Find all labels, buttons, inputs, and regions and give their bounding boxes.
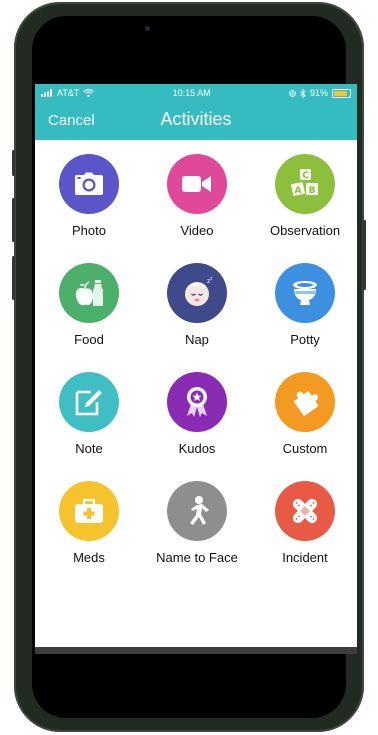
activity-grid: Photo Video C A B Observation Food z z N…	[35, 140, 357, 590]
home-indicator-bar	[35, 647, 357, 654]
svg-text:B: B	[309, 186, 316, 196]
volume-down-button	[12, 256, 15, 300]
carrier-label: AT&T	[57, 88, 80, 98]
activity-label: Photo	[72, 223, 106, 238]
bluetooth-icon	[300, 88, 306, 98]
status-bar: AT&T 10:15 AM 91%	[35, 84, 357, 102]
activity-note[interactable]: Note	[35, 372, 143, 481]
activity-label: Food	[74, 332, 104, 347]
activity-potty[interactable]: Potty	[251, 263, 357, 372]
svg-text:z: z	[210, 277, 213, 282]
abc-blocks-icon: C A B	[275, 154, 335, 214]
puzzle-piece-icon	[275, 372, 335, 432]
activity-incident[interactable]: Incident	[251, 481, 357, 590]
camera-icon	[59, 154, 119, 214]
activity-label: Video	[180, 223, 214, 238]
video-camera-icon	[167, 154, 227, 214]
activity-name-to-face[interactable]: Name to Face	[143, 481, 251, 590]
battery-icon	[331, 88, 351, 98]
activity-label: Meds	[73, 550, 105, 565]
svg-text:A: A	[295, 186, 302, 196]
activity-label: Name to Face	[156, 550, 238, 565]
activity-label: Potty	[290, 332, 320, 347]
running-person-icon	[167, 481, 227, 541]
battery-percent: 91%	[309, 88, 328, 98]
activity-photo[interactable]: Photo	[35, 154, 143, 263]
nav-bar: Cancel Activities	[35, 102, 357, 140]
medical-kit-icon	[59, 481, 119, 541]
bandage-icon	[275, 481, 335, 541]
activity-kudos[interactable]: Kudos	[143, 372, 251, 481]
front-camera	[145, 26, 150, 31]
award-ribbon-icon	[167, 372, 227, 432]
sleeping-baby-icon: z z	[167, 263, 227, 323]
page-title: Activities	[160, 109, 232, 129]
svg-text:C: C	[302, 171, 309, 181]
activity-custom[interactable]: Custom	[251, 372, 357, 481]
status-time: 10:15 AM	[172, 88, 211, 98]
activity-label: Custom	[282, 441, 328, 456]
volume-up-button	[12, 198, 15, 242]
mute-switch	[12, 150, 15, 176]
note-pencil-icon	[59, 372, 119, 432]
activity-label: Note	[75, 441, 103, 456]
location-icon	[289, 89, 296, 97]
activity-label: Kudos	[178, 441, 216, 456]
activity-meds[interactable]: Meds	[35, 481, 143, 590]
activity-food[interactable]: Food	[35, 263, 143, 372]
activity-nap[interactable]: z z Nap	[143, 263, 251, 372]
activity-label: Observation	[269, 223, 341, 238]
activity-observation[interactable]: C A B Observation	[251, 154, 357, 263]
wifi-icon	[83, 89, 95, 97]
signal-icon	[41, 89, 53, 97]
power-button	[363, 220, 366, 290]
app-screen: AT&T 10:15 AM 91% Cancel Activities Phot…	[35, 84, 357, 651]
activity-label: Incident	[282, 550, 328, 565]
potty-icon	[275, 263, 335, 323]
apple-bottle-icon	[59, 263, 119, 323]
activity-video[interactable]: Video	[143, 154, 251, 263]
notch	[138, 18, 238, 44]
activity-label: Nap	[185, 332, 209, 347]
